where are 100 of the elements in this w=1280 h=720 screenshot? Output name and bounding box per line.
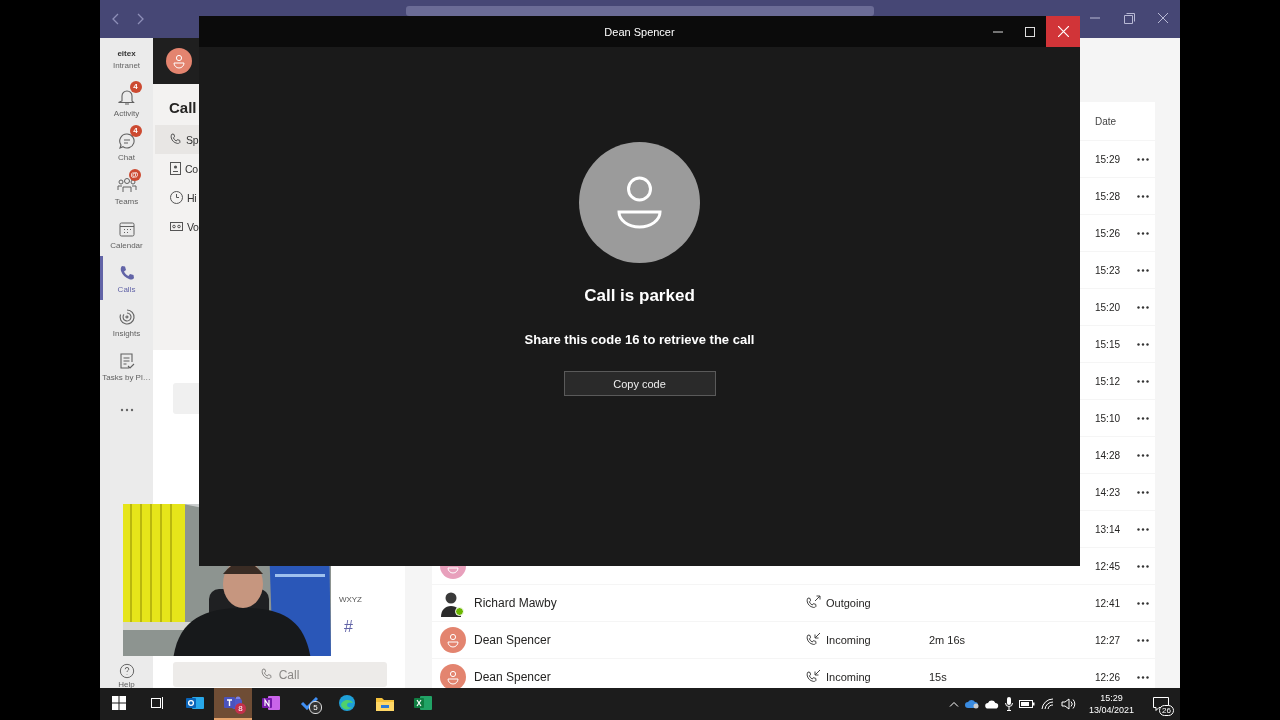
wifi-icon[interactable] xyxy=(1040,698,1055,710)
maximize-icon xyxy=(1025,26,1035,37)
help-item[interactable]: Help xyxy=(100,663,150,688)
checkmark-app-icon xyxy=(300,696,318,710)
call-time: 15:26 xyxy=(1095,227,1121,239)
notification-badge: 4 xyxy=(129,124,142,137)
bell-icon xyxy=(117,87,136,106)
incoming-call-icon xyxy=(806,631,821,647)
insights-icon xyxy=(117,307,136,326)
avatar[interactable] xyxy=(166,48,192,74)
windows-icon xyxy=(112,696,126,710)
rail-item[interactable]: Calls xyxy=(100,256,150,300)
contact-name: Dean Spencer xyxy=(474,670,551,684)
more-icon[interactable] xyxy=(1137,305,1149,309)
call-type: Outgoing xyxy=(826,597,871,609)
contact-name: Richard Mawby xyxy=(474,596,557,610)
call-duration: 15s xyxy=(929,671,947,683)
call-time: 12:45 xyxy=(1095,560,1121,572)
call-time: 15:23 xyxy=(1095,264,1121,276)
nav-item[interactable]: Vo xyxy=(155,212,199,241)
tasks-icon xyxy=(117,351,136,370)
outgoing-call-icon xyxy=(806,594,821,610)
call-time: 15:15 xyxy=(1095,338,1121,350)
more-icon[interactable] xyxy=(1137,194,1149,198)
app-name[interactable]: eitex xyxy=(117,48,136,58)
chevron-up-icon[interactable] xyxy=(948,701,959,707)
more-icon[interactable] xyxy=(1137,157,1149,161)
pane-heading: Call xyxy=(168,99,198,116)
call-time: 15:28 xyxy=(1095,190,1121,202)
call-time: 13:14 xyxy=(1095,523,1121,535)
more-icon[interactable] xyxy=(1137,342,1149,346)
phone-icon xyxy=(170,133,182,146)
window-title: Dean Spencer xyxy=(604,25,675,38)
more-icon[interactable] xyxy=(1137,675,1149,679)
volume-icon[interactable] xyxy=(1060,698,1077,710)
forward-icon[interactable] xyxy=(136,13,144,25)
notification-badge: 4 xyxy=(129,80,142,93)
more-icon[interactable] xyxy=(1137,601,1149,605)
nav-item[interactable]: Co xyxy=(155,154,199,183)
rail-item[interactable]: 4 Activity xyxy=(100,80,150,124)
team-chat-app-icon xyxy=(224,695,242,711)
call-time: 15:20 xyxy=(1095,301,1121,313)
more-icon[interactable] xyxy=(1137,231,1149,235)
taskbar-app[interactable]: 5 xyxy=(290,688,328,720)
contact-name: Dean Spencer xyxy=(474,633,551,647)
folder-icon xyxy=(376,695,394,711)
call-time: 12:26 xyxy=(1095,671,1121,683)
notebook-app-icon xyxy=(262,695,280,711)
call-time: 12:27 xyxy=(1095,634,1121,646)
notifications-button[interactable]: 26 xyxy=(1146,689,1176,719)
more-icon[interactable] xyxy=(1137,453,1149,457)
call-time: 14:23 xyxy=(1095,486,1121,498)
clock[interactable]: 15:29 13/04/2021 xyxy=(1082,692,1140,716)
speech-bubble-icon xyxy=(1153,697,1169,711)
rail-item[interactable]: Calendar xyxy=(100,212,150,256)
call-duration: 2m 16s xyxy=(929,634,966,646)
notification-badge: @ xyxy=(128,168,141,181)
nav-item[interactable]: Sp xyxy=(155,125,199,154)
cloud-icon[interactable] xyxy=(984,699,999,709)
more-icon[interactable] xyxy=(1137,416,1149,420)
call-time: 15:12 xyxy=(1095,375,1121,387)
browser-icon xyxy=(338,694,356,712)
call-time: 15:29 xyxy=(1095,153,1121,165)
more-icon[interactable] xyxy=(1137,527,1149,531)
more-icon[interactable] xyxy=(1137,490,1149,494)
app-label: Intranet xyxy=(112,60,141,70)
close-icon xyxy=(1057,26,1069,37)
call-type: Incoming xyxy=(826,671,871,683)
more-icon[interactable] xyxy=(1137,268,1149,272)
more-icon[interactable] xyxy=(1137,379,1149,383)
call-time: 14:28 xyxy=(1095,449,1121,461)
key-letters[interactable]: WXYZ xyxy=(338,595,362,604)
voicemail-icon xyxy=(170,222,183,231)
copy-code-button[interactable]: Copy code xyxy=(563,371,716,396)
rail-item[interactable]: Tasks by Pl… xyxy=(100,344,150,388)
back-icon[interactable] xyxy=(112,13,120,25)
call-type: Incoming xyxy=(826,634,871,646)
task-view-icon xyxy=(150,696,164,710)
spreadsheet-app-icon xyxy=(414,695,432,711)
search-field[interactable] xyxy=(406,6,874,16)
rail-item[interactable]: @ Teams xyxy=(100,168,150,212)
microphone-icon[interactable] xyxy=(1004,697,1013,711)
help-icon xyxy=(118,663,135,679)
more-icon[interactable] xyxy=(1137,564,1149,568)
rail-item[interactable]: 4 Chat xyxy=(100,124,150,168)
column-header[interactable]: Date xyxy=(1095,115,1131,127)
phone-icon xyxy=(260,668,273,681)
call-time: 15:10 xyxy=(1095,412,1121,424)
nav-item[interactable]: Hi xyxy=(155,183,199,212)
taskbar-app[interactable]: 8 xyxy=(214,688,252,720)
rail-item[interactable]: Insights xyxy=(100,300,150,344)
number-field[interactable] xyxy=(173,383,199,414)
incoming-call-icon xyxy=(806,668,821,684)
battery-icon[interactable] xyxy=(1018,699,1035,709)
more-icon[interactable] xyxy=(1137,638,1149,642)
close-icon xyxy=(1158,13,1168,23)
hash-key[interactable]: # xyxy=(344,618,353,636)
call-status: Call is parked xyxy=(584,286,695,306)
cloud-sync-icon[interactable] xyxy=(964,699,979,709)
calendar-icon xyxy=(117,219,136,238)
